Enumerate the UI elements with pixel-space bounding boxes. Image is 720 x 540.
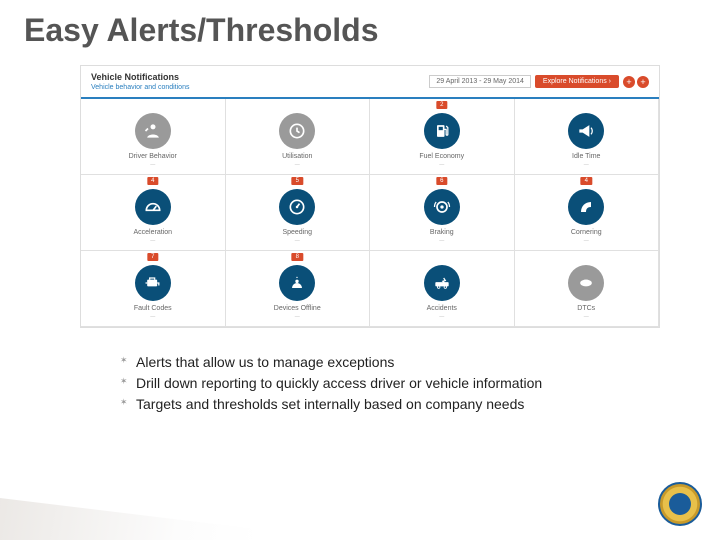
metric-label: Cornering [515,229,659,236]
metric-subline: — [226,162,370,168]
metric-cell[interactable]: Driver Behavior — [81,99,226,175]
bullet-list: Alerts that allow us to manage exception… [120,352,680,415]
metric-subline: — [370,314,514,320]
metric-subline: — [370,238,514,244]
slide-title: Easy Alerts/Thresholds [0,0,720,57]
accident-icon [424,265,460,301]
metric-subline: — [81,238,225,244]
speed-icon [279,189,315,225]
engine-icon [135,265,171,301]
offline-icon [279,265,315,301]
alert-badge: 7 [147,253,158,261]
dashboard-heading: Vehicle Notifications [91,72,429,82]
metric-grid: Driver Behavior—Utilisation—2Fuel Econom… [81,99,659,327]
alert-badge: 6 [436,177,447,185]
metric-cell[interactable]: 4 Acceleration — [81,175,226,251]
dashboard-subheading: Vehicle behavior and conditions [91,84,429,91]
metric-subline: — [226,314,370,320]
metric-label: Accidents [370,305,514,312]
metric-label: Utilisation [226,153,370,160]
add-button-2[interactable]: + [637,76,649,88]
metric-cell[interactable]: 8 Devices Offline — [226,251,371,327]
metric-subline: — [515,238,659,244]
metric-cell[interactable]: 5 Speeding — [226,175,371,251]
bullet-item: Targets and thresholds set internally ba… [120,394,680,415]
dashboard-screenshot: Vehicle Notifications Vehicle behavior a… [80,65,660,328]
metric-cell[interactable]: 6 Braking — [370,175,515,251]
alert-badge: 8 [292,253,303,261]
metric-label: Braking [370,229,514,236]
metric-label: Driver Behavior [81,153,225,160]
metric-subline: — [515,314,659,320]
metric-cell[interactable]: 4 Cornering — [515,175,660,251]
metric-subline: — [226,238,370,244]
metric-label: Fault Codes [81,305,225,312]
metric-subline: — [81,314,225,320]
brake-icon [424,189,460,225]
metric-subline: — [370,162,514,168]
add-button-1[interactable]: + [623,76,635,88]
metric-cell[interactable]: 2 Fuel Economy — [370,99,515,175]
metric-label: Devices Offline [226,305,370,312]
alert-badge: 2 [436,101,447,109]
alert-badge: 4 [581,177,592,185]
metric-label: Fuel Economy [370,153,514,160]
corner-icon [568,189,604,225]
city-seal-logo [658,482,702,526]
horn-icon [568,113,604,149]
metric-subline: — [81,162,225,168]
metric-cell[interactable]: 7 Fault Codes — [81,251,226,327]
explore-button[interactable]: Explore Notifications › [535,75,619,88]
person-icon [135,113,171,149]
metric-cell[interactable]: Accidents — [370,251,515,327]
metric-label: DTCs [515,305,659,312]
date-range-picker[interactable]: 29 April 2013 - 29 May 2014 [429,75,531,88]
dtc-icon [568,265,604,301]
metric-label: Idle Time [515,153,659,160]
metric-cell[interactable]: Idle Time — [515,99,660,175]
metric-label: Acceleration [81,229,225,236]
decorative-wedge [0,470,260,540]
metric-cell[interactable]: DTCs — [515,251,660,327]
metric-subline: — [515,162,659,168]
bullet-item: Drill down reporting to quickly access d… [120,373,680,394]
gauge-icon [135,189,171,225]
dashboard-header: Vehicle Notifications Vehicle behavior a… [81,66,659,99]
metric-cell[interactable]: Utilisation — [226,99,371,175]
bullet-item: Alerts that allow us to manage exception… [120,352,680,373]
fuel-icon [424,113,460,149]
clock-icon [279,113,315,149]
metric-label: Speeding [226,229,370,236]
alert-badge: 5 [292,177,303,185]
alert-badge: 4 [147,177,158,185]
